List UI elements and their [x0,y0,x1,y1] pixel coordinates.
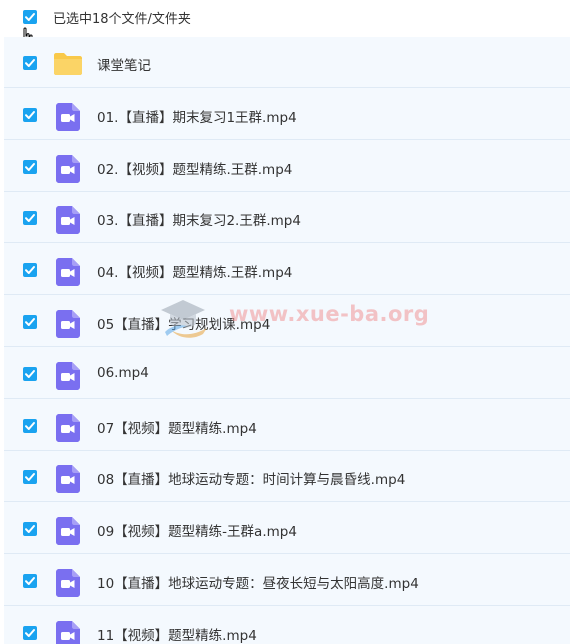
file-name[interactable]: 05【直播】学习规划课.mp4 [97,313,270,333]
file-row[interactable]: 05【直播】学习规划课.mp4 [4,296,570,347]
row-checkbox[interactable] [23,315,37,329]
video-file-icon [56,155,80,187]
file-name[interactable]: 02.【视频】题型精练.王群.mp4 [97,158,292,178]
check-icon [25,370,35,378]
file-row[interactable]: 11【视频】题型精练.mp4 [4,607,570,644]
video-file-icon [56,310,80,342]
row-checkbox[interactable] [23,470,37,484]
file-row[interactable]: 01.【直播】期末复习1王群.mp4 [4,89,570,140]
file-list: 课堂笔记 01.【直播】期末复习1王群.mp4 02.【视频】题型精练.王群.mp4… [4,37,570,644]
row-checkbox[interactable] [23,108,37,122]
folder-icon [53,52,83,80]
file-row[interactable]: 07【视频】题型精练.mp4 [4,400,570,451]
video-file-icon [56,517,80,549]
file-name[interactable]: 04.【视频】题型精炼.王群.mp4 [97,261,292,281]
check-icon [25,266,35,274]
file-name[interactable]: 01.【直播】期末复习1王群.mp4 [97,106,297,126]
file-row[interactable]: 08【直播】地球运动专题：时间计算与晨昏线.mp4 [4,451,570,502]
folder-row[interactable]: 课堂笔记 [4,37,570,88]
check-icon [25,422,35,430]
check-icon [25,13,35,21]
file-row[interactable]: 10【直播】地球运动专题：昼夜长短与太阳高度.mp4 [4,555,570,606]
file-name[interactable]: 11【视频】题型精练.mp4 [97,624,257,644]
file-name[interactable]: 09【视频】题型精练-王群a.mp4 [97,520,297,540]
file-name[interactable]: 课堂笔记 [97,54,151,74]
file-row[interactable]: 04.【视频】题型精炼.王群.mp4 [4,244,570,295]
check-icon [25,473,35,481]
file-row[interactable]: 02.【视频】题型精练.王群.mp4 [4,141,570,192]
file-row[interactable]: 09【视频】题型精练-王群a.mp4 [4,503,570,554]
video-file-icon [56,414,80,446]
selection-count-label: 已选中18个文件/文件夹 [53,12,191,27]
video-file-icon [56,362,80,394]
row-checkbox[interactable] [23,56,37,70]
check-icon [25,214,35,222]
check-icon [25,318,35,326]
video-file-icon [56,621,80,644]
row-checkbox[interactable] [23,160,37,174]
row-checkbox[interactable] [23,626,37,640]
file-name[interactable]: 06.mp4 [97,365,149,381]
row-checkbox[interactable] [23,367,37,381]
file-row[interactable]: 03.【直播】期末复习2.王群.mp4 [4,192,570,243]
check-icon [25,525,35,533]
row-checkbox[interactable] [23,419,37,433]
select-all-checkbox[interactable] [23,10,37,24]
video-file-icon [56,465,80,497]
check-icon [25,577,35,585]
video-file-icon [56,258,80,290]
video-file-icon [56,569,80,601]
row-checkbox[interactable] [23,263,37,277]
row-checkbox[interactable] [23,211,37,225]
check-icon [25,111,35,119]
row-checkbox[interactable] [23,574,37,588]
check-icon [25,163,35,171]
check-icon [25,629,35,637]
row-checkbox[interactable] [23,522,37,536]
video-file-icon [56,103,80,135]
video-file-icon [56,206,80,238]
file-name[interactable]: 07【视频】题型精练.mp4 [97,417,257,437]
file-row[interactable]: 06.mp4 [4,348,570,399]
selection-header: 已选中18个文件/文件夹 [0,0,570,49]
check-icon [25,59,35,67]
file-name[interactable]: 10【直播】地球运动专题：昼夜长短与太阳高度.mp4 [97,572,419,592]
file-name[interactable]: 08【直播】地球运动专题：时间计算与晨昏线.mp4 [97,468,405,488]
file-name[interactable]: 03.【直播】期末复习2.王群.mp4 [97,209,301,229]
